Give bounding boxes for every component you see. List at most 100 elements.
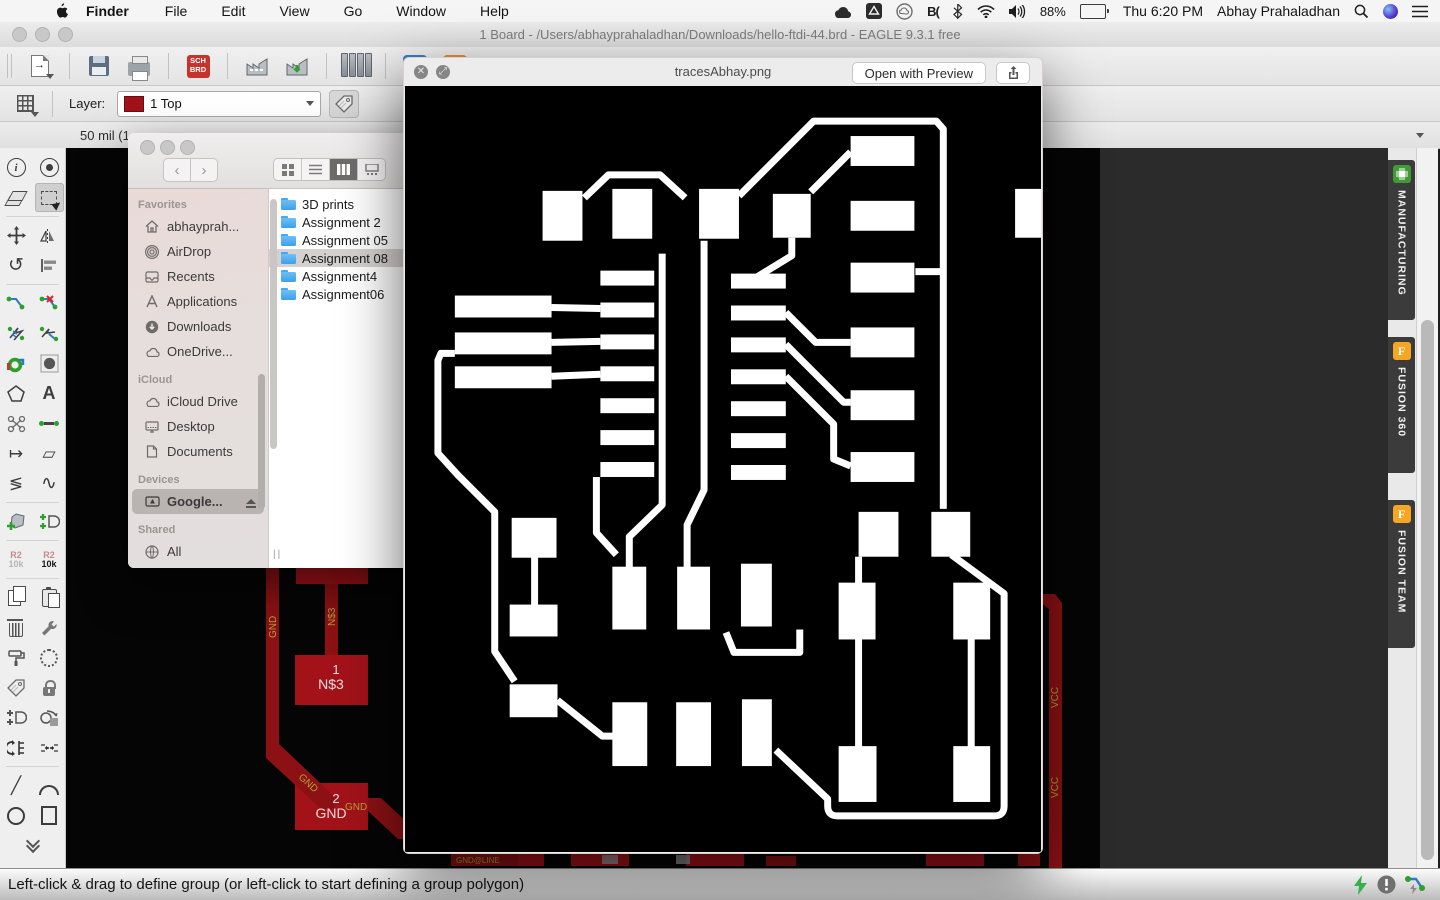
canvas-vertical-scrollbar[interactable] — [1416, 148, 1438, 868]
sidebar-item-desktop[interactable]: Desktop — [128, 414, 268, 439]
tool-meander[interactable]: ∿ — [35, 469, 64, 498]
tool-polygon[interactable] — [2, 379, 31, 408]
eject-icon[interactable] — [246, 499, 256, 508]
open-with-preview-button[interactable]: Open with Preview — [851, 62, 986, 84]
tool-split-signal[interactable] — [2, 319, 31, 348]
tool-smash[interactable]: R2 10k — [2, 545, 31, 574]
sidebar-item-applications[interactable]: Applications — [128, 289, 268, 314]
tool-change[interactable] — [35, 613, 64, 642]
tool-label[interactable] — [35, 409, 64, 438]
sidebar-item-onedrive[interactable]: OneDrive... — [128, 339, 268, 364]
tool-optimize[interactable] — [35, 643, 64, 672]
tool-display-layers[interactable] — [2, 183, 31, 212]
tool-via[interactable] — [2, 349, 31, 378]
tool-mirror[interactable] — [35, 221, 64, 250]
tool-bend-wire[interactable] — [35, 319, 64, 348]
tool-add-part[interactable] — [2, 507, 31, 536]
tool-copy[interactable] — [2, 583, 31, 612]
library-button[interactable] — [340, 52, 372, 80]
view-columns-button[interactable] — [330, 159, 358, 180]
tool-show[interactable] — [35, 153, 64, 182]
volume-icon[interactable] — [1008, 2, 1026, 20]
cam-processor-button[interactable] — [242, 52, 272, 80]
google-drive-icon[interactable] — [866, 2, 883, 20]
tool-circle[interactable] — [2, 801, 31, 830]
menu-help[interactable]: Help — [463, 3, 526, 19]
tab-fusion-team[interactable]: F FUSION TEAM — [1388, 500, 1415, 648]
tab-fusion-360[interactable]: F FUSION 360 — [1388, 337, 1415, 473]
tool-paint[interactable] — [2, 643, 31, 672]
menu-go[interactable]: Go — [327, 3, 380, 19]
tool-pad[interactable] — [35, 349, 64, 378]
sidebar-scrollbar-thumb[interactable] — [258, 374, 265, 509]
open-file-button[interactable] — [25, 52, 55, 80]
siri-icon[interactable] — [1383, 3, 1398, 19]
forward-button[interactable]: › — [191, 158, 218, 182]
quicklook-window[interactable]: ✕ ⤢ tracesAbhay.png Open with Preview — [403, 57, 1043, 854]
menu-app-name[interactable]: Finder — [68, 3, 148, 19]
bluetooth-icon[interactable] — [952, 2, 963, 20]
layer-tag-button[interactable] — [329, 89, 360, 118]
finder-minimize-button[interactable] — [160, 140, 175, 155]
layer-dropdown[interactable]: 1 Top — [117, 90, 322, 117]
sidebar-item-google-drive[interactable]: Google... — [132, 489, 264, 514]
toolbar-grip[interactable] — [7, 54, 12, 78]
palette-more-chevron-icon[interactable] — [27, 838, 39, 850]
tool-paste[interactable] — [35, 583, 64, 612]
tool-junction[interactable] — [2, 409, 31, 438]
view-list-button[interactable] — [302, 159, 330, 180]
menu-edit[interactable]: Edit — [204, 3, 262, 19]
tool-gate-swap[interactable] — [2, 703, 31, 732]
wifi-icon[interactable] — [977, 2, 995, 20]
apple-menu-icon[interactable] — [55, 2, 68, 20]
sidebar-item-downloads[interactable]: Downloads — [128, 314, 268, 339]
tool-split[interactable]: ≶ — [2, 469, 31, 498]
view-gallery-button[interactable] — [358, 159, 385, 180]
column-resize-handle[interactable]: || — [273, 549, 282, 560]
spotlight-icon[interactable] — [1354, 2, 1369, 20]
tool-value[interactable]: R2 10k — [35, 545, 64, 574]
tool-meet[interactable] — [35, 733, 64, 762]
menu-clock[interactable]: Thu 6:20 PM — [1123, 3, 1203, 19]
tool-replace[interactable] — [35, 703, 64, 732]
sidebar-item-all[interactable]: All — [128, 539, 268, 564]
back-button[interactable]: ‹ — [163, 158, 191, 182]
tool-rectangle[interactable] — [35, 801, 64, 830]
sidebar-item-icloud-drive[interactable]: iCloud Drive — [128, 389, 268, 414]
tool-route[interactable] — [2, 289, 31, 318]
finder-zoom-button[interactable] — [180, 140, 195, 155]
tool-move[interactable] — [2, 221, 31, 250]
grid-settings-button[interactable] — [10, 90, 40, 118]
sidebar-item-recents[interactable]: Recents — [128, 264, 268, 289]
scrollbar-thumb[interactable] — [1420, 320, 1434, 860]
tool-name[interactable] — [2, 673, 31, 702]
tool-text[interactable]: A — [35, 379, 64, 408]
print-button[interactable] — [124, 52, 154, 81]
file-list-scrollbar-thumb[interactable] — [270, 199, 277, 449]
tool-ripup[interactable] — [35, 289, 64, 318]
autorouter-bolt-icon[interactable] — [1353, 874, 1369, 895]
drc-wire-icon[interactable] — [1404, 875, 1426, 895]
share-button[interactable] — [996, 62, 1030, 84]
tool-group-selected[interactable] — [34, 183, 64, 212]
menu-window[interactable]: Window — [379, 3, 463, 19]
tool-pin-swap[interactable] — [2, 733, 31, 762]
sidebar-item-airdrop[interactable]: AirDrop — [128, 239, 268, 264]
cloud-sync-icon[interactable] — [833, 2, 852, 20]
sch-brd-switch-button[interactable]: SCH BRD — [183, 52, 213, 80]
tool-dimension[interactable]: ↦ — [2, 439, 31, 468]
tool-align[interactable] — [35, 251, 64, 280]
tool-delete[interactable] — [2, 613, 31, 642]
tool-rotate[interactable]: ↺ — [2, 251, 31, 280]
menu-view[interactable]: View — [262, 3, 326, 19]
view-icons-button[interactable] — [274, 159, 302, 180]
finder-close-button[interactable] — [140, 140, 155, 155]
warning-icon[interactable] — [1377, 875, 1396, 894]
boom-audio-icon[interactable]: B( — [927, 2, 940, 20]
tool-lock[interactable] — [35, 673, 64, 702]
sidebar-item-home[interactable]: abhayprah... — [128, 214, 268, 239]
notification-center-icon[interactable] — [1412, 2, 1428, 20]
creative-cloud-icon[interactable] — [896, 2, 913, 20]
save-button[interactable] — [84, 52, 114, 80]
tool-miter[interactable]: ▱ — [35, 439, 64, 468]
